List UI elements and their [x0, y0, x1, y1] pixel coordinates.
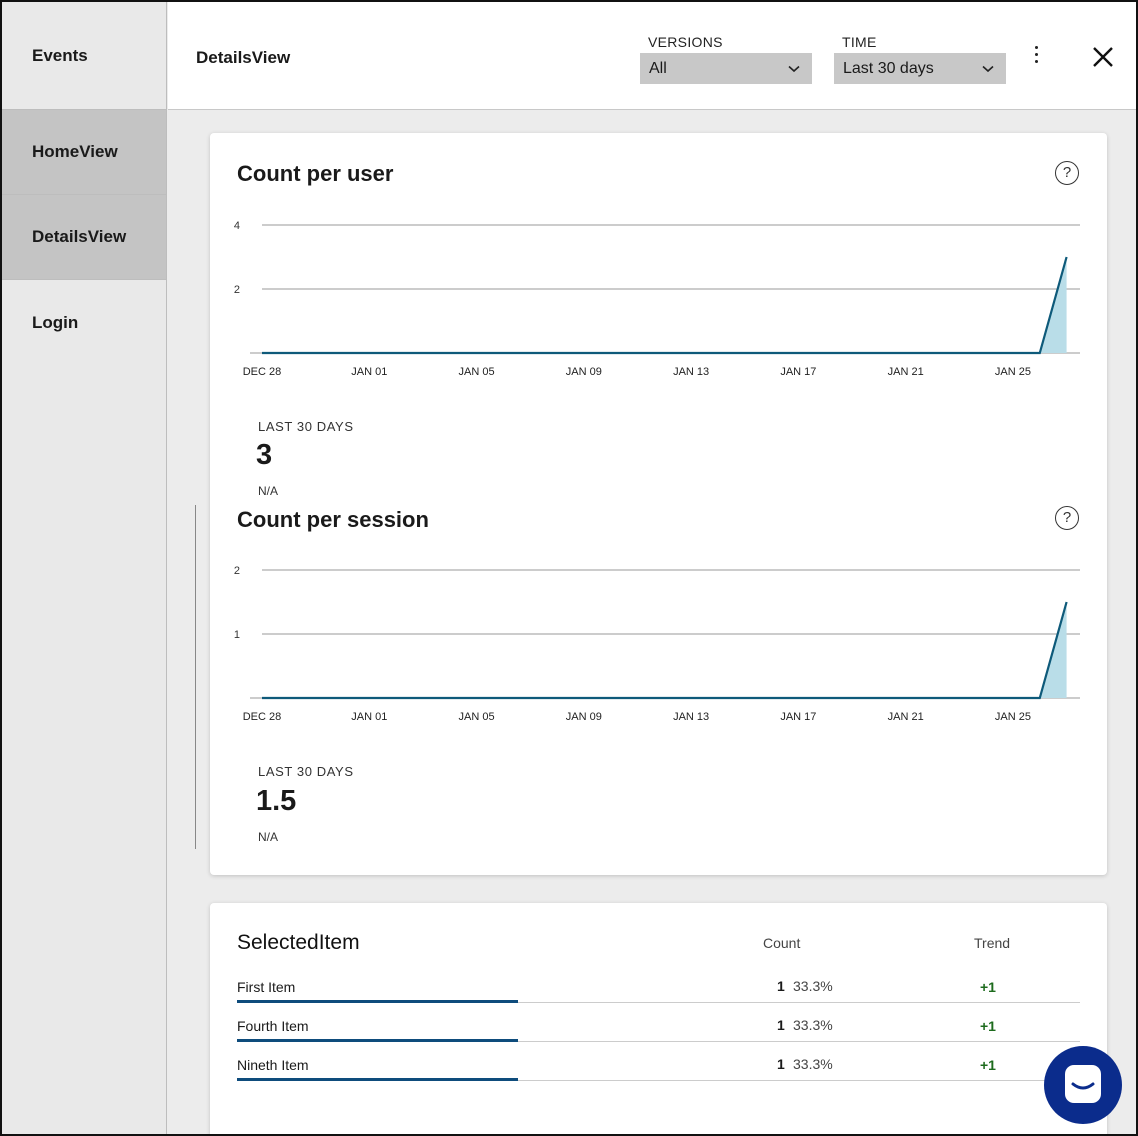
x-tick-label: JAN 01 — [351, 711, 387, 723]
time-select[interactable]: Last 30 days — [834, 53, 1006, 84]
sidebar-header: Events — [2, 2, 166, 110]
x-tick-label: JAN 13 — [673, 711, 709, 723]
row-trend: +1 — [980, 1057, 996, 1073]
row-percent: 33.3% — [793, 978, 833, 994]
help-icon[interactable]: ? — [1055, 506, 1079, 530]
table-row[interactable]: First Item 1 33.3% +1 — [237, 965, 1080, 1003]
x-tick-label: JAN 17 — [780, 366, 816, 378]
sidebar-item-homeview[interactable]: HomeView — [2, 110, 166, 195]
close-icon[interactable] — [1086, 40, 1120, 74]
row-percent: 33.3% — [793, 1056, 833, 1072]
page-title: DetailsView — [196, 48, 291, 67]
column-header-count: Count — [763, 935, 801, 951]
chart-count-per-user: 4 2 DEC 28 JAN 01 JAN 05 JAN 09 JAN 13 JAN 17 JA… — [234, 220, 1080, 378]
stat-delta: N/A — [258, 484, 279, 498]
sidebar-item-label: Login — [32, 312, 79, 332]
x-tick-label: DEC 28 — [243, 366, 282, 378]
selected-item-card: SelectedItem Count Trend First Item 1 33… — [210, 903, 1107, 1134]
app-window: Events HomeView DetailsView Login Detail… — [0, 0, 1138, 1136]
stat-delta: N/A — [258, 830, 279, 844]
y-tick-label: 2 — [234, 565, 240, 577]
row-trend: +1 — [980, 979, 996, 995]
y-tick-label: 1 — [234, 629, 240, 641]
x-tick-label: JAN 05 — [459, 711, 495, 723]
chat-icon — [1065, 1065, 1101, 1103]
x-tick-label: JAN 21 — [888, 711, 924, 723]
row-percent: 33.3% — [793, 1017, 833, 1033]
x-tick-label: JAN 13 — [673, 366, 709, 378]
chart-title: Count per user — [237, 161, 394, 186]
chart-count-per-session: 2 1 DEC 28 JAN 01 JAN 05 JAN 09 JAN 13 JAN 17 JA… — [234, 565, 1080, 723]
row-count: 1 — [777, 1017, 785, 1033]
charts-card: Count per user ? 4 2 DEC 28 JAN 01 JAN 05 JAN… — [210, 133, 1107, 875]
stat-value: 3 — [256, 439, 273, 471]
x-tick-label: JAN 25 — [995, 711, 1031, 723]
table-title: SelectedItem — [237, 931, 360, 954]
sidebar-item-login[interactable]: Login — [2, 280, 166, 365]
top-header: DetailsView VERSIONS All TIME Last 30 da… — [168, 2, 1136, 110]
x-tick-label: JAN 09 — [566, 711, 602, 723]
stat-label: LAST 30 DAYS — [258, 419, 354, 434]
versions-value: All — [649, 59, 667, 77]
row-name: Nineth Item — [237, 1057, 309, 1073]
row-count: 1 — [777, 978, 785, 994]
row-name: First Item — [237, 979, 296, 995]
x-tick-label: DEC 28 — [243, 711, 282, 723]
versions-select[interactable]: All — [640, 53, 812, 84]
table-row[interactable]: Nineth Item 1 33.3% +1 — [237, 1043, 1080, 1081]
main-content: Count per user ? 4 2 DEC 28 JAN 01 JAN 05 JAN… — [168, 111, 1136, 1134]
x-tick-label: JAN 05 — [459, 366, 495, 378]
series-line — [262, 256, 1068, 355]
sidebar-item-label: HomeView — [32, 142, 118, 161]
share-bar — [237, 1039, 518, 1042]
row-name: Fourth Item — [237, 1018, 309, 1034]
x-tick-label: JAN 17 — [780, 711, 816, 723]
sidebar: Events HomeView DetailsView Login — [2, 2, 167, 1134]
share-bar — [237, 1078, 518, 1081]
versions-label: VERSIONS — [648, 34, 723, 50]
chart-title: Count per session — [237, 507, 429, 532]
kebab-icon[interactable] — [1030, 46, 1042, 70]
sidebar-item-label: DetailsView — [32, 227, 127, 246]
row-trend: +1 — [980, 1018, 996, 1034]
chevron-down-icon — [788, 61, 800, 76]
scroll-track — [195, 505, 196, 849]
y-tick-label: 4 — [234, 220, 240, 232]
x-tick-label: JAN 25 — [995, 366, 1031, 378]
help-icon[interactable]: ? — [1055, 161, 1079, 185]
y-tick-label: 2 — [234, 284, 240, 296]
series-line — [262, 601, 1068, 700]
time-label: TIME — [842, 34, 877, 50]
time-filter: TIME Last 30 days — [834, 34, 1006, 84]
versions-filter: VERSIONS All — [640, 34, 812, 84]
row-count: 1 — [777, 1056, 785, 1072]
table-row[interactable]: Fourth Item 1 33.3% +1 — [237, 1004, 1080, 1042]
stat-label: LAST 30 DAYS — [258, 764, 354, 779]
chevron-down-icon — [982, 61, 994, 76]
sidebar-item-detailsview[interactable]: DetailsView — [2, 195, 166, 280]
x-tick-label: JAN 09 — [566, 366, 602, 378]
time-value: Last 30 days — [843, 59, 934, 77]
column-header-trend: Trend — [974, 935, 1011, 951]
x-tick-label: JAN 01 — [351, 366, 387, 378]
share-bar — [237, 1000, 518, 1003]
chat-button[interactable] — [1044, 1046, 1122, 1124]
x-tick-label: JAN 21 — [888, 366, 924, 378]
stat-value: 1.5 — [256, 785, 297, 817]
